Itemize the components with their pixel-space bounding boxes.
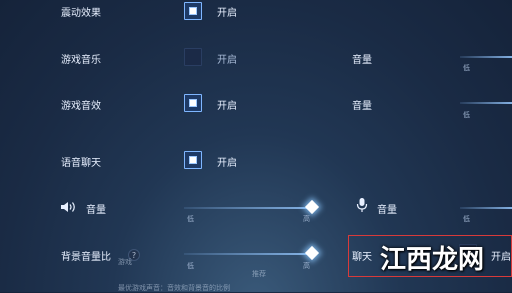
sfx-checkbox[interactable] [184,94,202,112]
music-label: 游戏音乐 [61,55,101,66]
recommend-hint: 推荐 [252,270,266,278]
music-checkbox[interactable] [184,48,202,66]
speaker-low-label: 低 [187,215,194,223]
microphone-icon [356,197,368,213]
bg-volume-label: 背景音量比 [61,252,111,263]
bg-volume-thumb[interactable] [304,245,320,261]
sfx-label: 游戏音效 [61,101,101,112]
sfx-option-text: 开启 [217,101,237,112]
bg-low-label: 低 [187,262,194,270]
bg-high-label: 高 [303,262,310,270]
mic-volume-slider[interactable] [460,207,512,209]
speaker-high-label: 高 [303,215,310,223]
music-option-text: 开启 [217,55,237,66]
voice-chat-checkbox[interactable] [184,151,202,169]
sfx-volume-low-label: 低 [463,111,470,119]
watermark-logo: 江西龙网 [380,245,485,275]
bg-volume-slider[interactable] [184,253,312,255]
music-volume-label: 音量 [352,55,372,66]
voice-chat-label: 语音聊天 [61,158,101,169]
sfx-volume-label: 音量 [352,101,372,112]
speaker-volume-thumb[interactable] [304,199,320,215]
speaker-volume-label: 音量 [86,205,106,216]
music-volume-low-label: 低 [463,64,470,72]
voice-chat-option-text: 开启 [217,158,237,169]
speaker-icon [60,199,78,213]
svg-text:?: ? [132,251,136,260]
vibration-checkbox[interactable] [184,2,202,20]
vibration-label: 震动效果 [61,8,101,19]
mic-low-label: 低 [463,215,470,223]
hint-fragment: 游戏 [118,258,132,266]
sfx-volume-slider[interactable] [460,102,512,104]
mic-volume-label: 音量 [377,205,397,216]
music-volume-slider[interactable] [460,56,512,58]
vibration-option-text: 开启 [217,8,237,19]
speaker-volume-slider[interactable] [184,207,312,209]
